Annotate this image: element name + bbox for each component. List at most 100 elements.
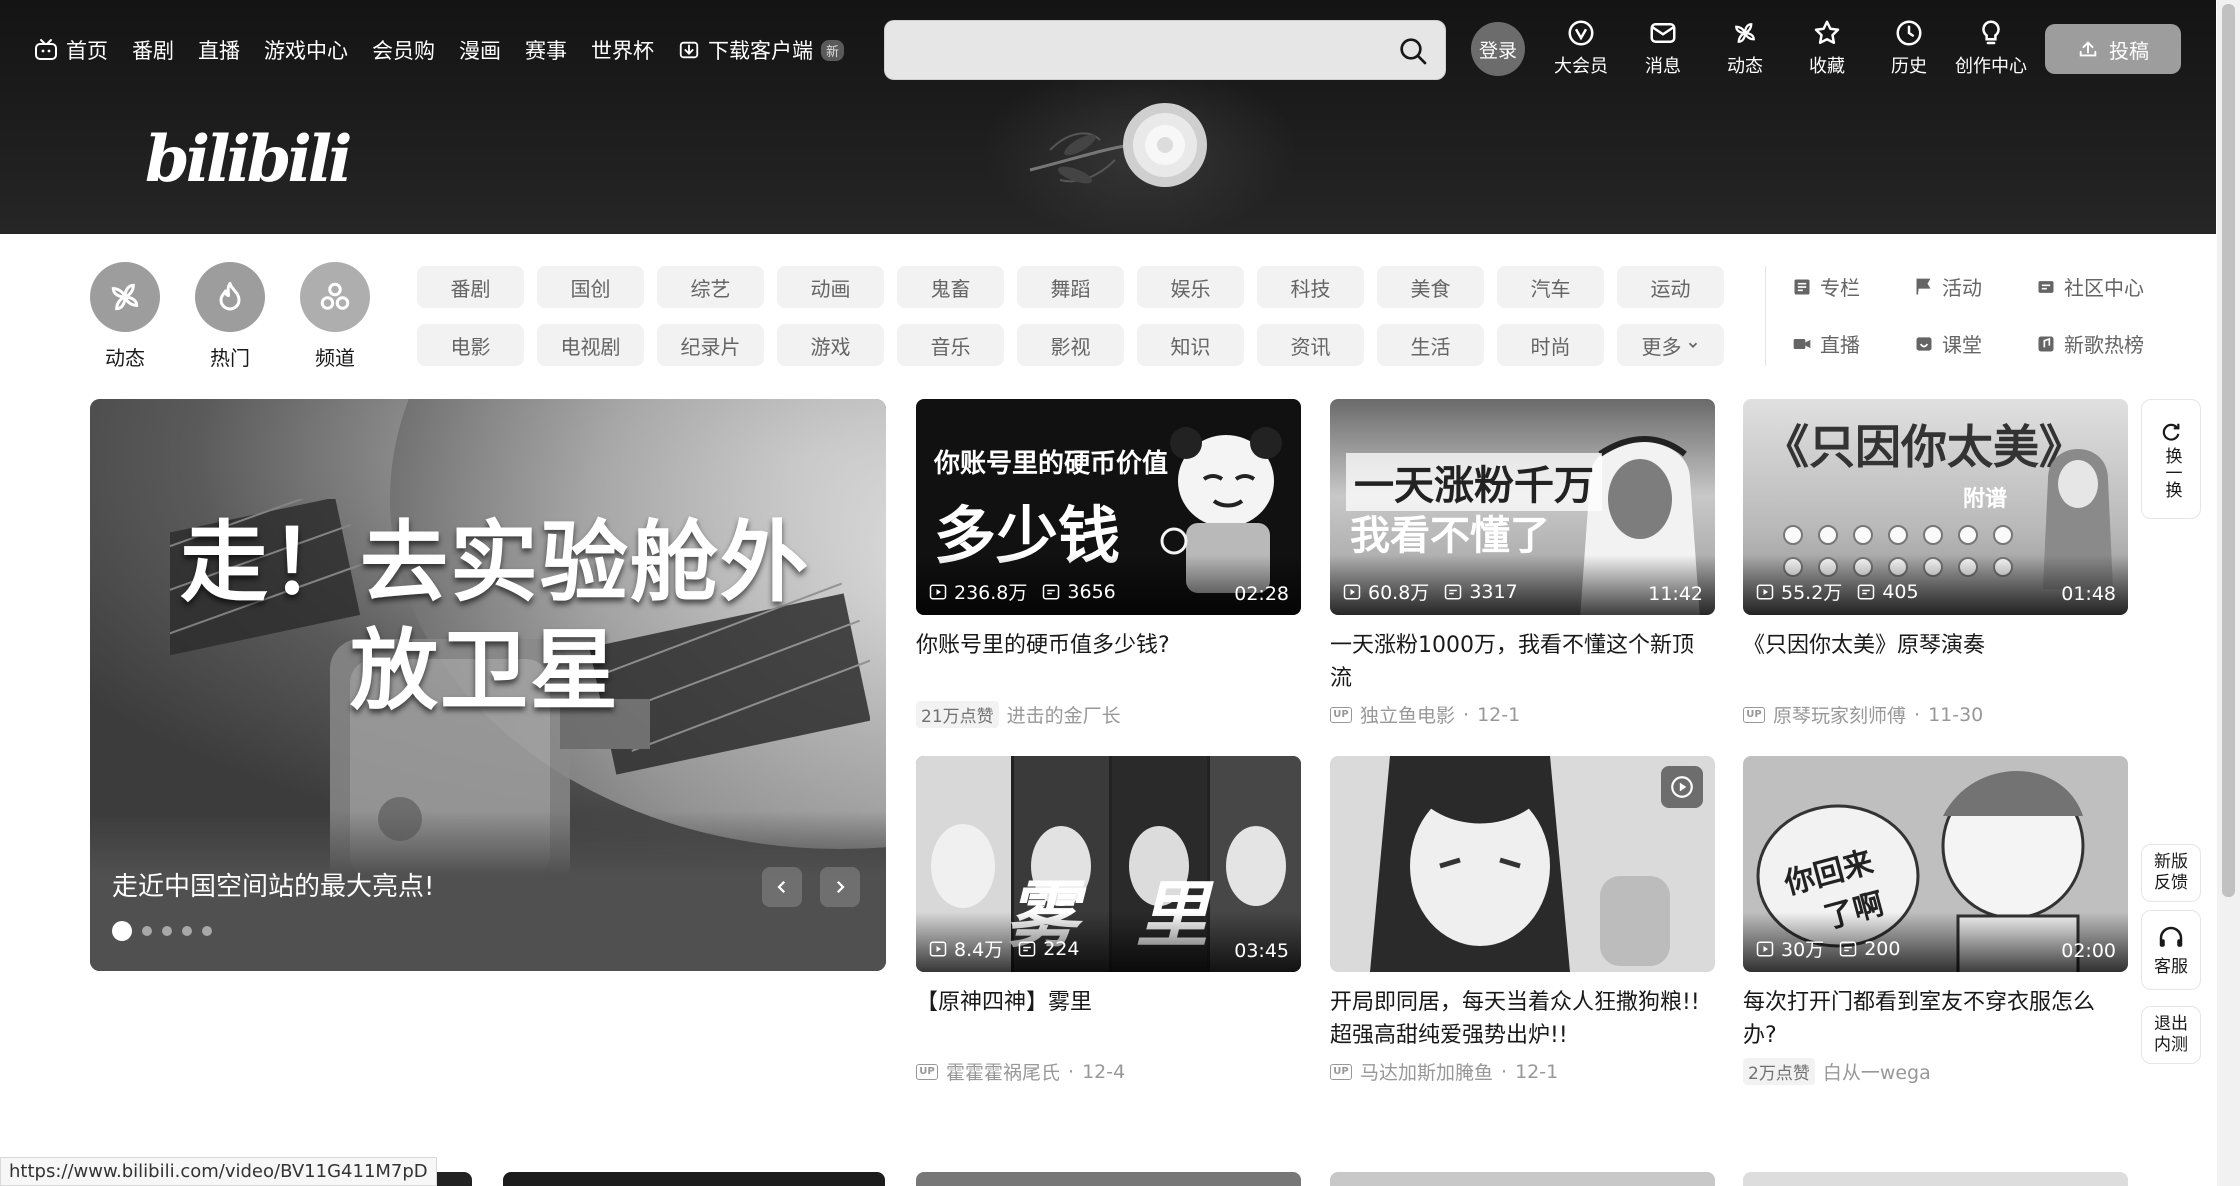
search-icon[interactable] — [1397, 35, 1429, 67]
tag-animation[interactable]: 动画 — [777, 266, 884, 308]
link-community-center[interactable]: 社区中心 — [2036, 272, 2166, 301]
refresh-button[interactable]: 换一换 — [2141, 399, 2201, 519]
carousel-dot-5[interactable] — [202, 926, 212, 936]
video-thumbnail[interactable]: 你回来 了啊 30万 200 02:00 — [1743, 756, 2128, 972]
video-author[interactable]: 马达加斯加腌鱼 — [1360, 1058, 1493, 1085]
video-title[interactable]: 《只因你太美》原琴演奏 — [1743, 629, 2128, 695]
video-thumbnail[interactable]: 你账号里的硬币价值 多少钱 236.8万 3656 02:28 — [916, 399, 1301, 615]
video-author[interactable]: 原琴玩家刻师傅 — [1773, 701, 1906, 728]
tag-guochuang[interactable]: 国创 — [537, 266, 644, 308]
video-thumbnail[interactable]: 一天涨粉千万 我看不懂了 60.8万 3317 11:42 — [1330, 399, 1715, 615]
featured-carousel[interactable]: 走！去实验舱外 放卫星 走近中国空间站的最大亮点! — [90, 399, 886, 971]
feedback-label: 新版反馈 — [2154, 852, 2188, 893]
video-title[interactable]: 一天涨粉1000万，我看不懂这个新顶流 — [1330, 629, 1715, 695]
nav-live[interactable]: 直播 — [198, 35, 240, 65]
channel-dynamic[interactable]: 动态 — [90, 262, 160, 371]
danmaku-icon — [1839, 941, 1857, 956]
channel-hot[interactable]: 热门 — [195, 262, 265, 371]
upload-button[interactable]: 投稿 — [2045, 24, 2181, 74]
video-author[interactable]: 霍霍霍祸尾氏 — [946, 1058, 1060, 1085]
video-author[interactable]: 独立鱼电影 — [1360, 701, 1455, 728]
video-author[interactable]: 白从一wega — [1823, 1058, 1931, 1085]
next-row-thumbnail[interactable] — [503, 1172, 885, 1186]
video-duration: 03:45 — [1234, 940, 1289, 962]
search-input[interactable] — [901, 33, 1371, 67]
nav-home[interactable]: 首页 — [34, 35, 108, 65]
link-classroom[interactable]: 课堂 — [1914, 329, 2024, 358]
nav-mall[interactable]: 会员购 — [372, 35, 435, 65]
link-activity[interactable]: 活动 — [1914, 272, 2024, 301]
customer-service-button[interactable]: 客服 — [2141, 910, 2201, 990]
nav-worldcup[interactable]: 世界杯 — [591, 35, 654, 65]
tag-bangumi[interactable]: 番剧 — [417, 266, 524, 308]
bilibili-logo[interactable]: bilibili — [145, 122, 352, 197]
next-row-thumbnail[interactable] — [1330, 1172, 1715, 1186]
nav-creator-center[interactable]: 创作中心 — [1950, 18, 2032, 78]
new-badge: 新 — [821, 39, 845, 61]
link-live[interactable]: 直播 — [1792, 329, 1902, 358]
tag-knowledge[interactable]: 知识 — [1137, 324, 1244, 366]
video-card[interactable]: 《只因你太美》 附谱 55.2万 405 01:48 《只因你太美》原琴演奏 U… — [1743, 399, 2128, 728]
watch-later-button[interactable] — [1661, 766, 1703, 808]
carousel-prev-button[interactable] — [762, 867, 802, 907]
login-avatar-button[interactable]: 登录 — [1471, 22, 1525, 76]
nav-manga[interactable]: 漫画 — [459, 35, 501, 65]
link-new-songs[interactable]: 新歌热榜 — [2036, 329, 2166, 358]
nav-game-center[interactable]: 游戏中心 — [264, 35, 348, 65]
carousel-dot-2[interactable] — [142, 926, 152, 936]
video-author[interactable]: 进击的金厂长 — [1007, 701, 1121, 728]
next-row-thumbnail[interactable] — [916, 1172, 1301, 1186]
carousel-dot-3[interactable] — [162, 926, 172, 936]
nav-match[interactable]: 赛事 — [525, 35, 567, 65]
tag-game[interactable]: 游戏 — [777, 324, 884, 366]
link-column[interactable]: 专栏 — [1792, 272, 1902, 301]
tag-more[interactable]: 更多 — [1617, 324, 1724, 366]
nav-favorites[interactable]: 收藏 — [1786, 18, 1868, 78]
tag-kichiku[interactable]: 鬼畜 — [897, 266, 1004, 308]
video-card[interactable]: 开局即同居，每天当着众人狂撒狗粮!!超强高甜纯爱强势出炉!! UP 马达加斯加腌… — [1330, 756, 1715, 1085]
tag-music[interactable]: 音乐 — [897, 324, 1004, 366]
video-title[interactable]: 每次打开门都看到室友不穿衣服怎么办? — [1743, 986, 2128, 1052]
feedback-button[interactable]: 新版反馈 — [2141, 844, 2201, 902]
video-title[interactable]: 开局即同居，每天当着众人狂撒狗粮!!超强高甜纯爱强势出炉!! — [1330, 986, 1715, 1052]
tag-food[interactable]: 美食 — [1377, 266, 1484, 308]
scrollbar-thumb[interactable] — [2222, 4, 2235, 897]
channel-channels[interactable]: 频道 — [300, 262, 370, 371]
video-title[interactable]: 你账号里的硬币值多少钱? — [916, 629, 1301, 695]
exit-beta-button[interactable]: 退出内测 — [2141, 1006, 2201, 1064]
page-scrollbar[interactable] — [2217, 0, 2240, 1186]
video-title[interactable]: 【原神四神】雾里 — [916, 986, 1301, 1052]
tag-entertainment[interactable]: 娱乐 — [1137, 266, 1244, 308]
tag-documentary[interactable]: 纪录片 — [657, 324, 764, 366]
tag-life[interactable]: 生活 — [1377, 324, 1484, 366]
search-bar[interactable] — [884, 20, 1446, 80]
tag-dance[interactable]: 舞蹈 — [1017, 266, 1124, 308]
carousel-next-button[interactable] — [820, 867, 860, 907]
tag-tech[interactable]: 科技 — [1257, 266, 1364, 308]
video-thumbnail[interactable] — [1330, 756, 1715, 972]
video-thumbnail[interactable]: 雾 里 8.4万 224 03:45 — [916, 756, 1301, 972]
tag-news[interactable]: 资讯 — [1257, 324, 1364, 366]
nav-dynamic[interactable]: 动态 — [1704, 18, 1786, 78]
tag-film-tv[interactable]: 影视 — [1017, 324, 1124, 366]
video-thumbnail[interactable]: 《只因你太美》 附谱 55.2万 405 01:48 — [1743, 399, 2128, 615]
carousel-caption[interactable]: 走近中国空间站的最大亮点! — [112, 866, 434, 903]
nav-download-client[interactable]: 下载客户端 新 — [678, 35, 845, 65]
video-card[interactable]: 一天涨粉千万 我看不懂了 60.8万 3317 11:42 一天涨粉1000万，… — [1330, 399, 1715, 728]
video-card[interactable]: 你回来 了啊 30万 200 02:00 每次打开门都看到室友不穿衣服怎么办? … — [1743, 756, 2128, 1085]
nav-bangumi[interactable]: 番剧 — [132, 35, 174, 65]
tag-tv-series[interactable]: 电视剧 — [537, 324, 644, 366]
next-row-thumbnail[interactable] — [1743, 1172, 2128, 1186]
tag-sports[interactable]: 运动 — [1617, 266, 1724, 308]
nav-vip[interactable]: 大会员 — [1540, 18, 1622, 78]
video-card[interactable]: 你账号里的硬币价值 多少钱 236.8万 3656 02:28 你账号里的硬币值… — [916, 399, 1301, 728]
tag-variety[interactable]: 综艺 — [657, 266, 764, 308]
carousel-dot-1[interactable] — [112, 921, 132, 941]
nav-messages[interactable]: 消息 — [1622, 18, 1704, 78]
video-card[interactable]: 雾 里 8.4万 224 03:45 【原神四神】雾里 UP 霍霍霍祸尾氏 · … — [916, 756, 1301, 1085]
tag-fashion[interactable]: 时尚 — [1497, 324, 1604, 366]
tag-movie[interactable]: 电影 — [417, 324, 524, 366]
nav-history[interactable]: 历史 — [1868, 18, 1950, 78]
carousel-dot-4[interactable] — [182, 926, 192, 936]
tag-car[interactable]: 汽车 — [1497, 266, 1604, 308]
